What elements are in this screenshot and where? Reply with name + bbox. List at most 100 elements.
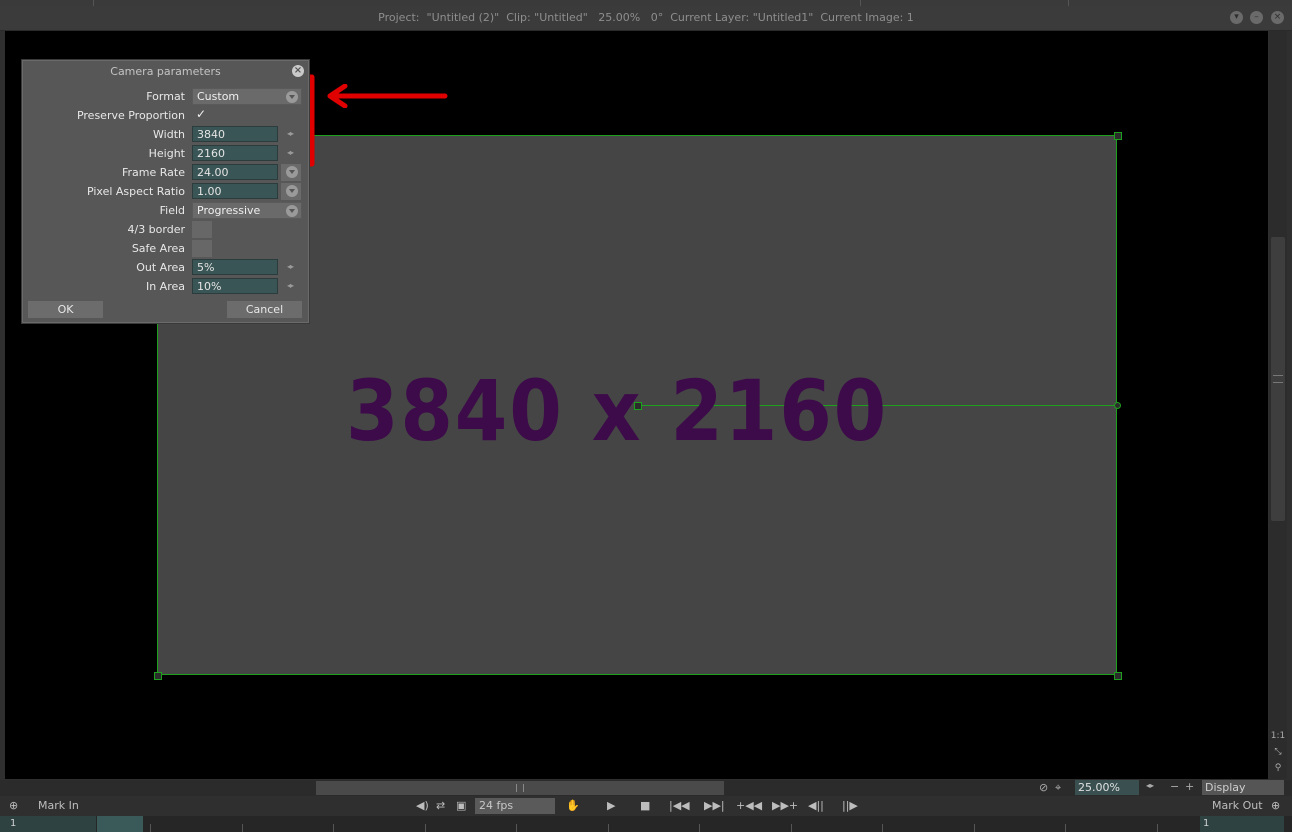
play-icon[interactable]: ▶: [607, 799, 615, 812]
timeline-tick: [1065, 824, 1066, 832]
go-to-start-icon[interactable]: |◀◀: [669, 799, 690, 812]
timeline-tick: [882, 824, 883, 832]
fit-diagonal-icon[interactable]: ⤡: [1269, 744, 1287, 760]
zoom-mode-icon[interactable]: ⊘: [1039, 781, 1048, 794]
timeline-tick: [608, 824, 609, 832]
field-select[interactable]: Progressive: [192, 202, 302, 219]
format-label: Format: [146, 90, 185, 103]
viewer-titlebar: Project: "Untitled (2)" Clip: "Untitled"…: [0, 6, 1292, 31]
add-mark-in-icon[interactable]: ⊕: [9, 799, 18, 812]
mark-out-label[interactable]: Mark Out: [1212, 799, 1263, 812]
width-spinner-icon[interactable]: ◂▸: [287, 129, 294, 138]
fps-select[interactable]: 24 fps: [475, 798, 555, 814]
in-area-field[interactable]: 10%: [192, 278, 278, 294]
viewer-side-tools: 1:1 ⤡ ⚲: [1269, 728, 1287, 778]
timeline-tick: [974, 824, 975, 832]
timeline-tick: [516, 824, 517, 832]
timeline-ruler[interactable]: 1 1: [0, 816, 1292, 832]
vertical-scrollbar[interactable]: [1269, 31, 1287, 779]
inarea-row: In Area 10% ◂▸: [22, 278, 309, 296]
format-select[interactable]: Custom: [192, 88, 302, 105]
playhead[interactable]: [97, 816, 143, 832]
dialog-close-icon[interactable]: ×: [292, 65, 304, 77]
in-area-spinner-icon[interactable]: ◂▸: [287, 281, 294, 290]
in-area-label: In Area: [145, 280, 185, 293]
framerate-field[interactable]: 24.00: [192, 164, 278, 180]
border43-checkbox[interactable]: [192, 221, 212, 238]
go-to-end-icon[interactable]: ▶▶|: [704, 799, 725, 812]
border43-row: 4/3 border: [22, 221, 309, 239]
timeline-tick: [699, 824, 700, 832]
mark-in-label[interactable]: Mark In: [38, 799, 79, 812]
ratio-button[interactable]: 1:1: [1269, 728, 1287, 744]
rotation-handle[interactable]: [1114, 402, 1121, 409]
framerate-label: Frame Rate: [122, 166, 185, 179]
frame-handle-bottom-right[interactable]: [1114, 672, 1122, 680]
end-frame-field[interactable]: 1: [1200, 816, 1284, 832]
width-row: Width 3840 ◂▸: [22, 126, 309, 144]
chevron-down-icon: [286, 205, 298, 217]
pin-icon[interactable]: ⚲: [1269, 760, 1287, 776]
annotation-arrow: [327, 84, 448, 108]
preserve-row: Preserve Proportion ✓: [22, 107, 309, 125]
frame-icon[interactable]: ▣: [456, 799, 466, 812]
field-label: Field: [159, 204, 185, 217]
start-frame-field[interactable]: 1: [0, 816, 96, 832]
height-row: Height 2160 ◂▸: [22, 145, 309, 163]
zoom-field[interactable]: 25.00%: [1075, 780, 1139, 795]
pixel-aspect-ratio-label: Pixel Aspect Ratio: [86, 185, 185, 198]
height-spinner-icon[interactable]: ◂▸: [287, 148, 294, 157]
border43-label: 4/3 border: [127, 223, 185, 236]
height-label: Height: [148, 147, 185, 160]
safearea-row: Safe Area: [22, 240, 309, 258]
chevron-down-icon: [286, 166, 298, 178]
ok-button[interactable]: OK: [28, 301, 103, 318]
close-icon[interactable]: ×: [1271, 11, 1284, 24]
par-dropdown-button[interactable]: [281, 183, 301, 200]
width-field[interactable]: 3840: [192, 126, 278, 142]
add-mark-out-icon[interactable]: ⊕: [1271, 799, 1280, 812]
pixel-aspect-ratio-field[interactable]: 1.00: [192, 183, 278, 199]
dialog-title: Camera parameters: [110, 65, 221, 78]
stop-icon[interactable]: ■: [640, 799, 650, 812]
zoom-out-icon[interactable]: −: [1170, 780, 1179, 793]
transport-bar: ⊕ Mark In ◀) ⇄ ▣ ✋ ▶ ■ |◀◀ ▶▶| +◀◀ ▶▶+ ◀…: [0, 797, 1292, 816]
next-key-icon[interactable]: ▶▶+: [772, 799, 798, 812]
timeline-tick: [791, 824, 792, 832]
preserve-proportion-label: Preserve Proportion: [76, 109, 185, 122]
cancel-button[interactable]: Cancel: [227, 301, 302, 318]
crosshair-icon[interactable]: ⌖: [1055, 781, 1061, 795]
preserve-proportion-checkbox[interactable]: ✓: [196, 107, 206, 121]
camera-parameters-dialog: Camera parameters × Format Custom Preser…: [21, 59, 310, 324]
zoom-spinner-icon[interactable]: ◂▸: [1146, 781, 1154, 790]
field-row: Field Progressive: [22, 202, 309, 220]
zoom-in-icon[interactable]: +: [1185, 780, 1194, 793]
height-field[interactable]: 2160: [192, 145, 278, 161]
audio-icon[interactable]: ◀): [416, 799, 429, 812]
display-label: Display: [1205, 781, 1246, 794]
loop-icon[interactable]: ⇄: [436, 799, 445, 812]
par-row: Pixel Aspect Ratio 1.00: [22, 183, 309, 201]
display-select[interactable]: Display: [1202, 780, 1284, 795]
timeline-tick: [333, 824, 334, 832]
scrollbar-grip-icon: [1273, 375, 1283, 383]
hand-tool-icon[interactable]: ✋: [566, 799, 580, 812]
out-area-field[interactable]: 5%: [192, 259, 278, 275]
window-title: Project: "Untitled (2)" Clip: "Untitled"…: [378, 11, 914, 24]
field-value: Progressive: [197, 204, 261, 217]
safe-area-checkbox[interactable]: [192, 240, 212, 257]
fps-value: 24 fps: [479, 799, 514, 812]
previous-key-icon[interactable]: +◀◀: [736, 799, 762, 812]
resolution-overlay-text: 3840 x 2160: [345, 362, 889, 460]
collapse-icon[interactable]: ▾: [1230, 11, 1243, 24]
outarea-row: Out Area 5% ◂▸: [22, 259, 309, 277]
minimize-icon[interactable]: –: [1250, 11, 1263, 24]
safe-area-label: Safe Area: [131, 242, 185, 255]
previous-frame-icon[interactable]: ◀||: [808, 799, 824, 812]
frame-handle-bottom-left[interactable]: [154, 672, 162, 680]
scrollbar-grip-icon: [516, 784, 524, 792]
next-frame-icon[interactable]: ||▶: [842, 799, 858, 812]
frame-handle-top-right[interactable]: [1114, 132, 1122, 140]
out-area-spinner-icon[interactable]: ◂▸: [287, 262, 294, 271]
framerate-dropdown-button[interactable]: [281, 164, 301, 181]
